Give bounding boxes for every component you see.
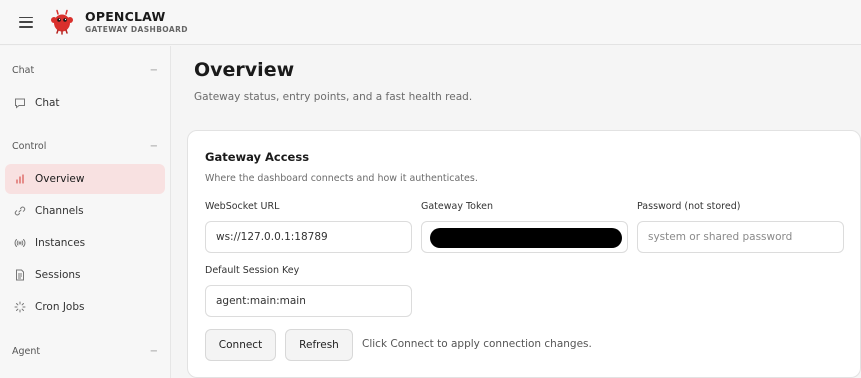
radio-icon	[13, 236, 27, 250]
sidebar-item-overview[interactable]: Overview	[5, 164, 165, 194]
sidebar-item-label: Sessions	[35, 269, 81, 281]
collapse-icon[interactable]: −	[150, 346, 158, 357]
connect-button[interactable]: Connect	[205, 329, 276, 361]
brand-subtitle: GATEWAY DASHBOARD	[85, 24, 188, 34]
group-label: Agent	[12, 346, 41, 357]
gateway-token-label: Gateway Token	[421, 201, 494, 212]
token-redaction	[430, 228, 622, 248]
sidebar-group-agent: Agent −	[12, 346, 158, 357]
message-icon	[13, 96, 27, 110]
sidebar-item-label: Channels	[35, 205, 84, 217]
connect-hint: Click Connect to apply connection change…	[362, 338, 592, 350]
gateway-token-input[interactable]	[421, 221, 628, 253]
brand: OPENCLAW GATEWAY DASHBOARD	[85, 8, 188, 35]
sidebar-group-control: Control −	[12, 141, 158, 152]
sidebar-item-label: Chat	[35, 97, 60, 109]
sidebar-item-instances[interactable]: Instances	[5, 228, 165, 258]
password-input[interactable]	[637, 221, 844, 253]
sidebar-item-label: Cron Jobs	[35, 301, 85, 313]
session-key-label: Default Session Key	[205, 265, 300, 276]
page-subtitle: Gateway status, entry points, and a fast…	[194, 91, 473, 103]
card-title: Gateway Access	[205, 150, 310, 164]
gateway-access-card: Gateway Access Where the dashboard conne…	[187, 130, 861, 378]
menu-icon[interactable]	[19, 16, 33, 28]
sidebar-item-channels[interactable]: Channels	[5, 196, 165, 226]
websocket-url-input[interactable]	[205, 221, 412, 253]
collapse-icon[interactable]: −	[150, 141, 158, 152]
link-icon	[13, 204, 27, 218]
sidebar-item-chat[interactable]: Chat	[5, 88, 165, 118]
sidebar-item-cron-jobs[interactable]: Cron Jobs	[5, 292, 165, 322]
refresh-button[interactable]: Refresh	[285, 329, 353, 361]
password-label: Password (not stored)	[637, 201, 741, 212]
loader-icon	[13, 300, 27, 314]
sidebar-item-label: Overview	[35, 173, 85, 185]
top-bar: OPENCLAW GATEWAY DASHBOARD	[0, 0, 861, 45]
page-title: Overview	[194, 59, 295, 81]
websocket-url-label: WebSocket URL	[205, 201, 280, 212]
brand-title: OPENCLAW	[85, 8, 166, 24]
collapse-icon[interactable]: −	[150, 65, 158, 76]
openclaw-logo-icon	[51, 9, 73, 35]
sidebar: Chat − Chat Control − Overview Channels …	[0, 46, 171, 378]
card-subtitle: Where the dashboard connects and how it …	[205, 173, 478, 184]
sidebar-item-label: Instances	[35, 237, 86, 249]
sidebar-item-sessions[interactable]: Sessions	[5, 260, 165, 290]
group-label: Control	[12, 141, 47, 152]
main-content: Overview Gateway status, entry points, a…	[172, 46, 861, 378]
group-label: Chat	[12, 65, 35, 76]
sidebar-group-chat: Chat −	[12, 65, 158, 76]
bar-chart-icon	[13, 172, 27, 186]
file-icon	[13, 268, 27, 282]
session-key-input[interactable]	[205, 285, 412, 317]
